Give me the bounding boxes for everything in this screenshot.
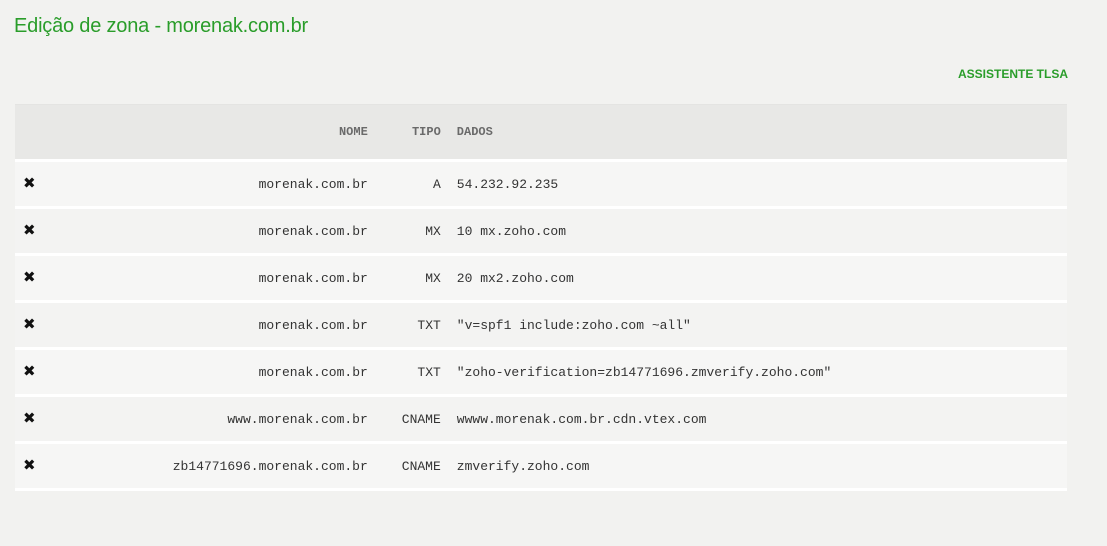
record-type: CNAME <box>401 411 441 427</box>
table-row: ✖ morenak.com.br A 54.232.92.235 <box>15 160 1067 208</box>
delete-icon[interactable]: ✖ <box>23 411 36 426</box>
record-name: zb14771696.morenak.com.br <box>172 458 368 474</box>
header-delete-column <box>15 105 55 161</box>
record-data: 54.232.92.235 <box>456 176 559 192</box>
header-data: DADOS <box>456 125 493 139</box>
table-row: ✖ morenak.com.br MX 20 mx2.zoho.com <box>15 254 1067 302</box>
record-type: TXT <box>417 364 441 380</box>
header-type: TIPO <box>411 125 441 139</box>
record-data: zmverify.zoho.com <box>456 458 590 474</box>
page-title: Edição de zona - morenak.com.br <box>14 15 308 37</box>
delete-cell: ✖ <box>15 349 55 396</box>
delete-cell: ✖ <box>15 302 55 349</box>
record-data: wwww.morenak.com.br.cdn.vtex.com <box>456 411 707 427</box>
record-name: morenak.com.br <box>258 317 368 333</box>
record-type: CNAME <box>401 458 441 474</box>
delete-cell: ✖ <box>15 396 55 443</box>
delete-icon[interactable]: ✖ <box>23 270 36 285</box>
record-name: morenak.com.br <box>258 176 368 192</box>
delete-icon[interactable]: ✖ <box>23 317 36 332</box>
table-row: ✖ morenak.com.br MX 10 mx.zoho.com <box>15 207 1067 255</box>
record-data: "zoho-verification=zb14771696.zmverify.z… <box>456 364 832 380</box>
record-type: MX <box>425 223 441 239</box>
tlsa-assistant-link[interactable]: ASSISTENTE TLSA <box>958 67 1068 81</box>
record-type: MX <box>425 270 441 286</box>
table-row: ✖ morenak.com.br TXT "v=spf1 include:zoh… <box>15 301 1067 349</box>
delete-cell: ✖ <box>15 161 55 208</box>
delete-icon[interactable]: ✖ <box>23 223 36 238</box>
delete-icon[interactable]: ✖ <box>23 458 36 473</box>
record-name: morenak.com.br <box>258 223 368 239</box>
table-row: ✖ zb14771696.morenak.com.br CNAME zmveri… <box>15 442 1067 490</box>
record-name: morenak.com.br <box>258 270 368 286</box>
table-header: NOME TIPO DADOS <box>15 104 1067 161</box>
dns-records-table: NOME TIPO DADOS ✖ morenak.com.br A 54.23… <box>15 104 1067 491</box>
record-data: 20 mx2.zoho.com <box>456 270 574 286</box>
delete-icon[interactable]: ✖ <box>23 176 36 191</box>
table-body: ✖ morenak.com.br A 54.232.92.235 ✖ moren… <box>15 160 1067 490</box>
record-data: 10 mx.zoho.com <box>456 223 567 239</box>
header-name: NOME <box>338 125 368 139</box>
record-name: www.morenak.com.br <box>227 411 368 427</box>
delete-cell: ✖ <box>15 443 55 490</box>
record-type: TXT <box>417 317 441 333</box>
delete-cell: ✖ <box>15 208 55 255</box>
record-type: A <box>432 176 441 192</box>
delete-cell: ✖ <box>15 255 55 302</box>
table-row: ✖ www.morenak.com.br CNAME wwww.morenak.… <box>15 395 1067 443</box>
table-header-row: NOME TIPO DADOS <box>15 104 1067 161</box>
table-row: ✖ morenak.com.br TXT "zoho-verification=… <box>15 348 1067 396</box>
record-name: morenak.com.br <box>258 364 368 380</box>
record-data: "v=spf1 include:zoho.com ~all" <box>456 317 691 333</box>
delete-icon[interactable]: ✖ <box>23 364 36 379</box>
